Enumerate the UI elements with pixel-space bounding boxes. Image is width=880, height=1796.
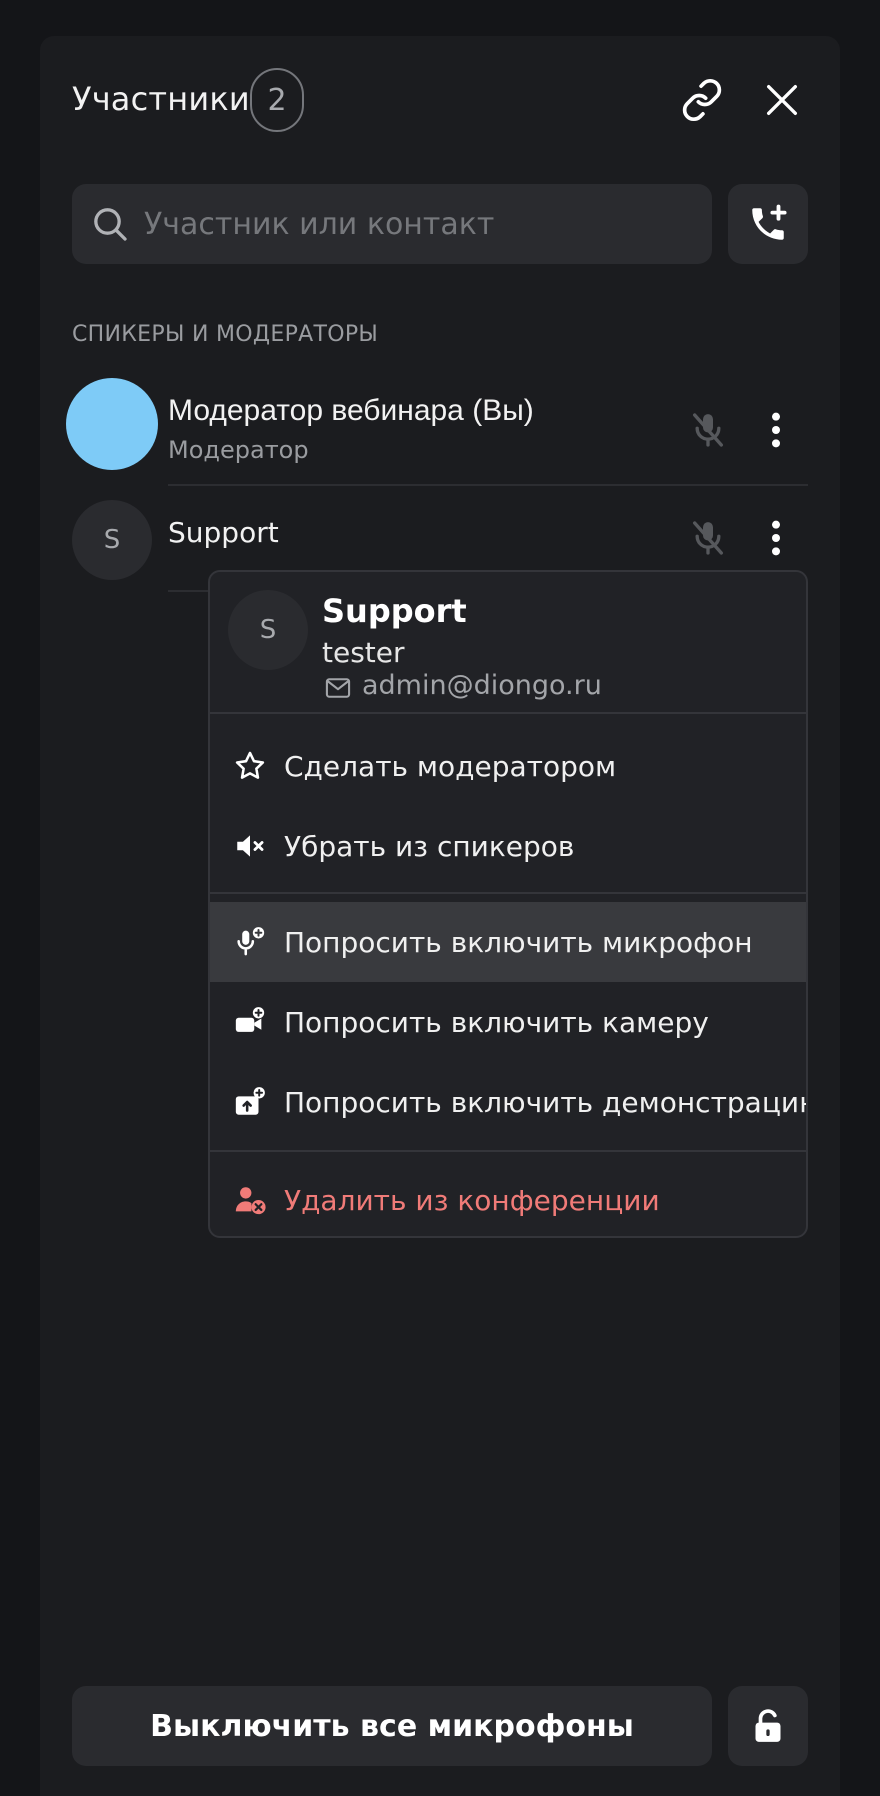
search-box (72, 184, 712, 264)
participant-row[interactable]: Модератор вебинара (Вы) Модератор (66, 378, 808, 486)
more-options-button[interactable] (746, 400, 806, 460)
close-icon (767, 85, 797, 116)
mic-off-icon (693, 521, 723, 555)
panel-header: Участники 2 (72, 68, 808, 132)
avatar: S (72, 500, 152, 580)
copy-link-button[interactable] (670, 68, 734, 132)
participant-name: Support (168, 516, 279, 549)
screen-share-request-icon (232, 1084, 268, 1120)
menu-divider (210, 892, 806, 894)
more-vertical-icon (772, 412, 780, 448)
add-phone-participant-button[interactable] (728, 184, 808, 264)
section-label-speakers: СПИКЕРЫ И МОДЕРАТОРЫ (72, 322, 379, 347)
search-input[interactable] (142, 184, 702, 264)
menu-item-label: Убрать из спикеров (284, 829, 575, 863)
avatar: S (228, 590, 308, 670)
speaker-off-icon (232, 828, 268, 864)
menu-item-request-microphone[interactable]: Попросить включить микрофон (210, 902, 806, 982)
participant-name: Модератор вебинара (Вы) (168, 394, 534, 427)
menu-participant-header: S Support tester admin@diongo.ru (210, 572, 806, 714)
mic-request-icon (232, 924, 268, 960)
camera-request-icon (232, 1004, 268, 1040)
menu-participant-email: admin@diongo.ru (362, 670, 602, 701)
avatar (66, 378, 158, 470)
mic-off-icon (693, 413, 723, 447)
more-vertical-icon (772, 520, 780, 556)
participant-context-menu: S Support tester admin@diongo.ru Сделать… (208, 570, 808, 1238)
mute-all-button[interactable]: Выключить все микрофоны (72, 1686, 712, 1766)
panel-title: Участники (72, 80, 250, 118)
search-icon (94, 208, 127, 241)
close-button[interactable] (750, 68, 814, 132)
menu-item-remove-from-conference[interactable]: Удалить из конференции (210, 1160, 806, 1236)
link-icon (682, 78, 722, 122)
menu-item-label: Попросить включить демонстрацию (284, 1085, 808, 1119)
menu-participant-subtitle: tester (322, 636, 405, 669)
menu-item-request-camera[interactable]: Попросить включить камеру (210, 982, 806, 1062)
mic-status (678, 400, 738, 460)
menu-item-request-screen-share[interactable]: Попросить включить демонстрацию (210, 1062, 806, 1142)
menu-item-label: Попросить включить камеру (284, 1005, 709, 1039)
phone-add-icon (752, 204, 787, 240)
mic-status (678, 508, 738, 568)
remove-user-icon (232, 1182, 268, 1218)
lock-button[interactable] (728, 1686, 808, 1766)
row-divider (168, 484, 808, 486)
menu-item-make-moderator[interactable]: Сделать модератором (210, 726, 806, 806)
menu-item-label: Попросить включить микрофон (284, 925, 753, 959)
menu-item-label: Удалить из конференции (284, 1183, 660, 1217)
participant-count-badge: 2 (250, 68, 304, 132)
menu-item-label: Сделать модератором (284, 749, 617, 783)
mail-icon (325, 678, 351, 698)
more-options-button[interactable] (746, 508, 806, 568)
menu-participant-name: Support (322, 592, 467, 630)
lock-icon (755, 1709, 781, 1742)
star-icon (232, 748, 268, 784)
menu-divider (210, 1150, 806, 1152)
participant-role: Модератор (168, 436, 309, 464)
menu-item-remove-from-speakers[interactable]: Убрать из спикеров (210, 806, 806, 886)
